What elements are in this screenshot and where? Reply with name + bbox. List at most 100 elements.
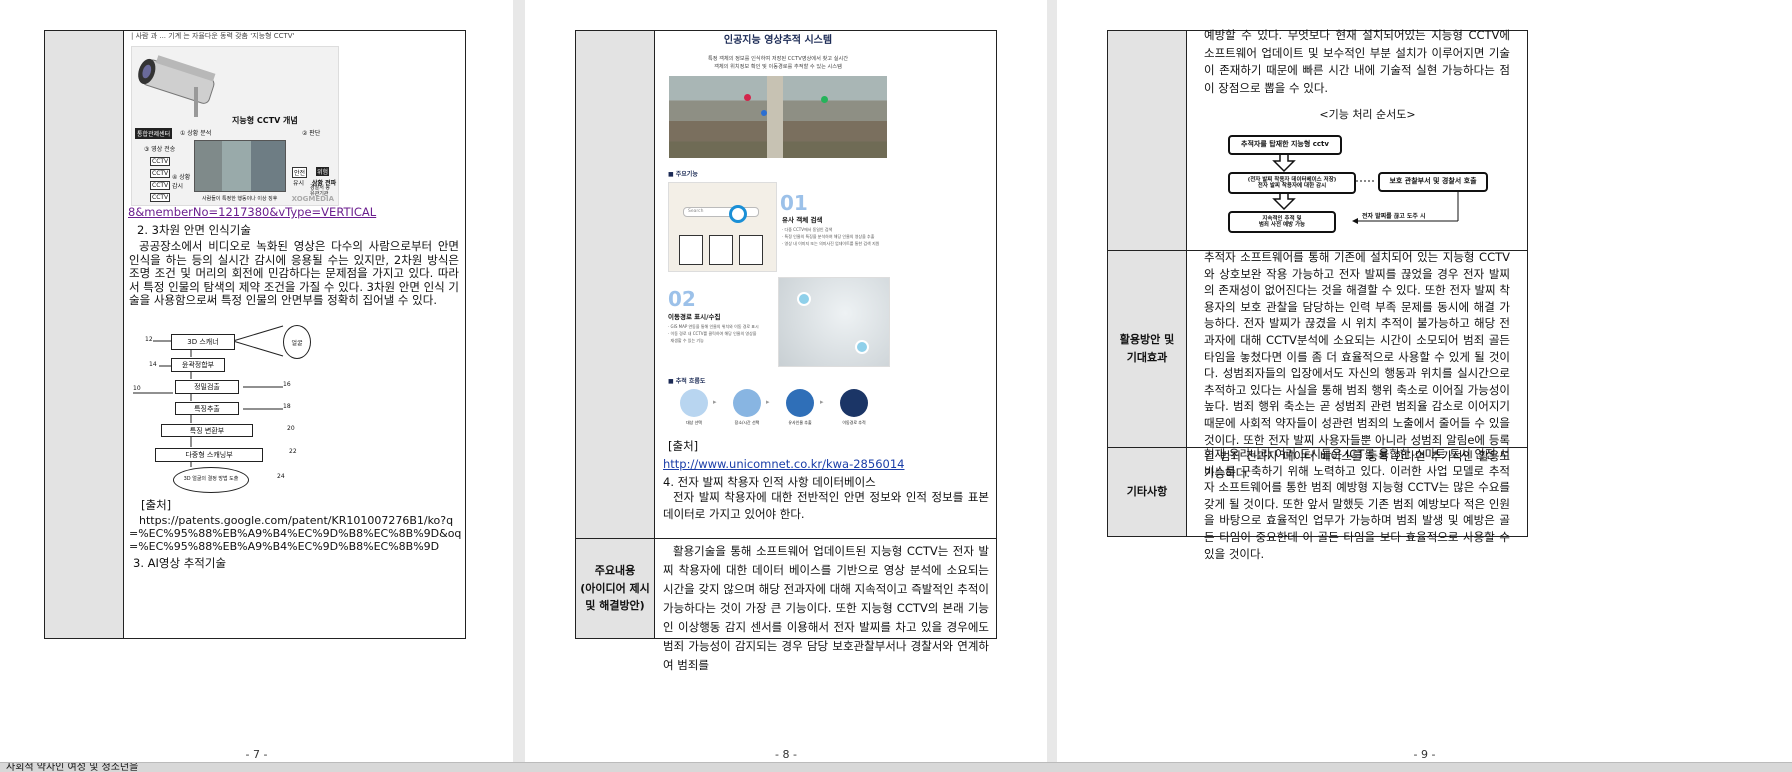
patent-diagram: 3D 스캐너 얼굴 윤곽정합부 정밀검출 특징추출 특징 변환부 다중형 스캐닝… [133, 321, 333, 493]
flow-step-2-label: 장소/시간 선택 [734, 420, 760, 425]
step-monitor: ④ 상황 감시 [172, 174, 191, 190]
node-precise: 정밀검출 [175, 380, 239, 394]
section2-body: 공공장소에서 비디오로 녹화된 영상은 다수의 사람으로부터 안면 인식을 하는… [129, 239, 459, 307]
cctv-bottom-caption: 사람들이 특정한 행동이나 이상 징후 [202, 196, 278, 202]
node-transform: 특징 변환부 [161, 424, 253, 437]
place-time-icon [733, 389, 761, 417]
node-contour: 윤곽정합부 [171, 358, 225, 372]
map-pin-red [744, 94, 751, 101]
feature1-number: 01 [780, 191, 808, 215]
page-number: - 9 - [1413, 748, 1436, 761]
flow-step-3: 유사인물 추출 [786, 389, 814, 426]
feature1-line-1: · 다중 CCTV에서 동일인 검색 [782, 227, 833, 232]
flow-box-call-police: 보호 관찰부서 및 경찰서 호출 [1378, 172, 1488, 192]
patent-source-url[interactable]: https://patents.google.com/patent/KR1010… [129, 514, 463, 553]
item4-title: 4. 전자 발찌 착용자 인적 사항 데이터베이스 [663, 475, 876, 489]
source-label: [출처] [141, 498, 172, 512]
status-strip: 사회적 약자인 여성 및 청소년을 [0, 762, 1792, 772]
poster-section-flow-label: 추적 흐름도 [675, 378, 706, 385]
page-number: - 8 - [775, 748, 797, 761]
unicomnet-link[interactable]: http://www.unicomnet.co.kr/kwa-2856014 [663, 457, 904, 471]
map-pin-green [821, 96, 828, 103]
cctv-caption: | 사람 과 ... 기계 는 자율다운 동력 갖춤 '지능형 CCTV' [131, 32, 295, 40]
control-center-label: 통합관제센터 [135, 128, 173, 139]
search-bar: Search [683, 207, 759, 217]
ref-14: 14 [149, 361, 157, 368]
item4-body: 전자 발찌 착용자에 대한 전반적인 안면 정보와 인적 정보를 표본 데이터로… [663, 490, 989, 521]
cctv-label-4: CCTV [150, 193, 171, 202]
status-text: 사회적 약자인 여성 및 청소년을 [6, 762, 139, 772]
feature1-title: 유사 객체 검색 [782, 216, 823, 224]
cctv-label-2: CCTV [150, 169, 171, 178]
step-transmit: ③ 영상 전송 [144, 146, 176, 153]
page8-table: 주요내용 (아이디어 제시 및 해결방안) 인공지능 영상추적 시스템 특정 객… [575, 30, 997, 672]
page8-source-label: [출처] [668, 439, 699, 453]
ref-10: 10 [133, 385, 141, 392]
target-icon [680, 389, 708, 417]
ai-tracking-poster: 인공지능 영상추적 시스템 특정 객체의 정보를 인식하여 저장된 CCTV영상… [666, 31, 890, 431]
page-number: - 7 - [245, 748, 268, 761]
touch-map-image [778, 277, 890, 367]
flow-step-4-label: 이동경로 추적 [842, 420, 866, 425]
step-judge: ② 판단 [302, 130, 321, 137]
flow-step-2: 장소/시간 선택 [733, 389, 761, 426]
main-content-body: 활용기술을 통해 소프트웨어 업데이트된 지능형 CCTV는 전자 발찌 착용자… [663, 544, 989, 672]
feature2-line-2: · 이동 경로 내 CCTV를 클릭하여 해당 인물의 영상을 [668, 331, 757, 336]
feature1-line-3: · 영상 내 이미지 또는 의미사진 업데이트를 통한 검색 지원 [782, 241, 880, 246]
flow-arrow-1: ▸ [713, 398, 717, 406]
feature2-line-1: · GIS MAP 연동을 통해 인물의 위치와 이동 경로 표시 [668, 324, 759, 329]
magnifier-icon [729, 205, 747, 223]
poster-section-main-label: 주요기능 [675, 171, 698, 178]
brand-watermark: XOGMEDIA [291, 195, 334, 203]
label-etc: 기타사항 [1108, 448, 1187, 536]
cctv-label-1: CCTV [150, 157, 171, 166]
step-analysis: ① 상황 분석 [180, 130, 212, 137]
flow-label-escape: 전자 발찌를 끊고 도주 시 [1362, 213, 1426, 220]
poster-subtitle-2: 객체의 위치정보 확인 및 이동경로를 추적할 수 있는 시스템 [714, 64, 842, 70]
location-pin-icon [840, 389, 868, 417]
node-result: 3D 얼굴의 결정 방법 도출 [173, 467, 249, 493]
label-use-effects: 활용방안 및 기대효과 [1108, 251, 1187, 447]
poster-title: 인공지능 영상추적 시스템 [723, 35, 833, 46]
ref-12: 12 [145, 336, 153, 343]
page7-label-column [45, 31, 124, 638]
search-placeholder: Search [688, 209, 704, 214]
map-pin-blue [761, 110, 767, 116]
face-card-2 [709, 235, 733, 265]
node-face: 얼굴 [283, 325, 311, 359]
page9-label-top [1108, 31, 1187, 250]
flow-arrow-2: ▸ [766, 398, 770, 406]
page-8: 주요내용 (아이디어 제시 및 해결방안) 인공지능 영상추적 시스템 특정 객… [525, 0, 1047, 772]
cctv-figure-title: 지능형 CCTV 개념 [232, 116, 298, 125]
people-icon [786, 389, 814, 417]
map-pin-icon-1 [797, 292, 811, 306]
cctv-video-thumbnails [194, 140, 286, 192]
flow-box-tracker-cctv: 추적자를 탑재한 지능형 cctv [1228, 135, 1342, 155]
cctv-label-3: CCTV [150, 181, 171, 190]
ref-16: 16 [283, 381, 291, 388]
face-card-1 [679, 235, 703, 265]
page-7: | 사람 과 ... 기계 는 자율다운 동력 갖춤 '지능형 CCTV' 지능… [0, 0, 513, 772]
poster-section-main: ■ 주요기능 [668, 171, 698, 178]
label-main-content: 주요내용 (아이디어 제시 및 해결방안) [576, 539, 655, 638]
flow-step-1: 대상 선택 [680, 389, 708, 426]
page8-label-top [576, 31, 655, 538]
flow-box-prevention: 지속적인 추적 및 범죄 사전 예방 가능 [1228, 211, 1336, 233]
section3-title: 3. AI영상 추적기술 [133, 556, 227, 570]
node-multiscan: 다중형 스캐닝부 [155, 448, 263, 462]
feature1-line-2: · 특정 인물의 특징을 분석하여 해당 인물의 영상을 추출 [782, 234, 875, 239]
flowchart-title: <기능 처리 순서도> [1319, 108, 1416, 121]
node-feature: 특징추출 [175, 402, 239, 415]
ref-24: 24 [277, 473, 285, 480]
article-link[interactable]: 8&memberNo=1217380&vType=VERTICAL [128, 205, 376, 219]
ref-22: 22 [289, 448, 297, 455]
map-pin-icon-2 [855, 340, 869, 354]
etc-body: 현재 우리나라 여러 도시들은 ICT를 융합한 스마트 도시 안전 서비스를 … [1204, 447, 1510, 561]
danger-badge: 위험 [316, 167, 330, 176]
page9-table: 활용방안 및 기대효과 기타사항 예방할 수 있다. 무엇보다 현재 설치되어있… [1107, 28, 1528, 561]
flow-box-monitoring: (전자 발찌 착용자 데이터베이스 저장) 전자 발찌 착용자에 대한 감시 [1228, 172, 1356, 194]
safe-sub: 유시 [293, 180, 305, 187]
continued-body: 예방할 수 있다. 무엇보다 현재 설치되어있는 지능형 CCTV에 소프트웨어… [1204, 28, 1510, 95]
feature2-number: 02 [668, 287, 696, 311]
flow-arrow-3: ▸ [820, 398, 824, 406]
